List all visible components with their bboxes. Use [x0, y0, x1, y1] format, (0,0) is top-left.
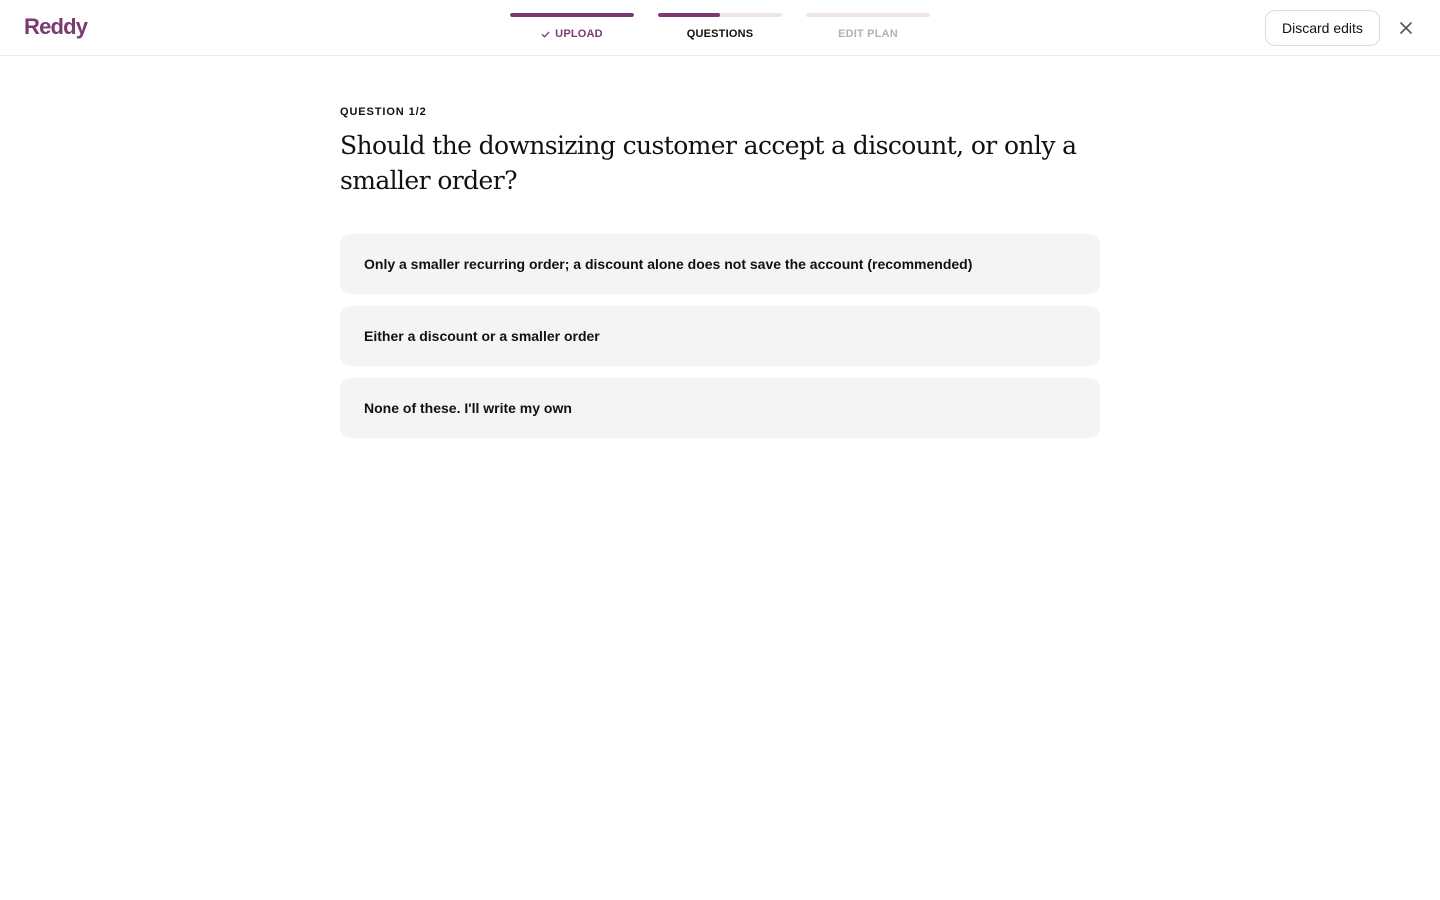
step-upload[interactable]: UPLOAD — [510, 13, 634, 41]
step-progress-fill — [658, 13, 720, 17]
top-bar: Reddy UPLOAD QUESTIONS EDIT PLAN Discard… — [0, 0, 1440, 56]
progress-stepper: UPLOAD QUESTIONS EDIT PLAN — [510, 13, 930, 41]
option-write-my-own[interactable]: None of these. I'll write my own — [340, 378, 1100, 438]
option-discount-or-smaller-order[interactable]: Either a discount or a smaller order — [340, 306, 1100, 366]
step-progress-track — [658, 13, 782, 17]
step-progress-track — [510, 13, 634, 17]
check-icon — [541, 31, 550, 38]
step-edit-plan[interactable]: EDIT PLAN — [806, 13, 930, 41]
step-label: EDIT PLAN — [838, 28, 898, 40]
logo: Reddy — [24, 14, 88, 39]
question-counter: QUESTION 1/2 — [340, 106, 427, 118]
step-progress-fill — [510, 13, 634, 17]
step-label: UPLOAD — [555, 28, 603, 40]
step-questions[interactable]: QUESTIONS — [658, 13, 782, 41]
answer-options: Only a smaller recurring order; a discou… — [340, 234, 1100, 438]
option-smaller-order-recommended[interactable]: Only a smaller recurring order; a discou… — [340, 234, 1100, 294]
question-title: Should the downsizing customer accept a … — [340, 131, 1077, 195]
step-progress-track — [806, 13, 930, 17]
discard-edits-button[interactable]: Discard edits — [1265, 10, 1380, 46]
close-icon — [1400, 22, 1412, 34]
step-label: QUESTIONS — [686, 28, 754, 40]
close-button[interactable] — [1395, 17, 1417, 39]
question-panel: QUESTION 1/2 Should the downsizing custo… — [340, 104, 1100, 438]
